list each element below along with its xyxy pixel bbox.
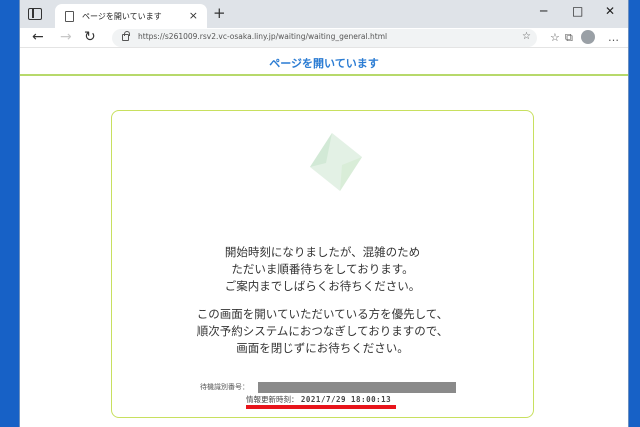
reload-button[interactable]: ↻ (84, 29, 96, 45)
tab-actions-icon[interactable] (28, 8, 42, 20)
more-menu-icon[interactable]: … (608, 31, 619, 44)
new-tab-button[interactable]: + (213, 6, 226, 21)
update-time-row: 情報更新時刻： 2021/7/29 18:00:13 (246, 394, 391, 405)
title-bar: ページを開いています × + ─ □ ✕ (20, 0, 628, 28)
update-time-label: 情報更新時刻： (246, 395, 299, 404)
page-icon (65, 10, 74, 22)
message-line: 順次予約システムにおつなぎしておりますので、 (196, 324, 449, 338)
page-header: ページを開いています (20, 49, 628, 76)
tab-active[interactable]: ページを開いています × (55, 4, 207, 28)
highlight-underline (246, 405, 396, 409)
waiting-id-label: 待機識別番号： (200, 383, 249, 391)
minimize-button[interactable]: ─ (540, 4, 547, 18)
update-time-value: 2021/7/29 18:00:13 (300, 395, 392, 404)
read-aloud-icon[interactable]: ☆ (522, 31, 531, 42)
message-line: ご案内までしばらくお待ちください。 (224, 279, 421, 293)
waiting-id-redacted (258, 382, 456, 393)
forward-button[interactable]: → (60, 29, 72, 45)
favorites-icon[interactable]: ☆ (550, 31, 560, 44)
congestion-message: 開始時刻になりましたが、混雑のため ただいま順番待ちをしております。 ご案内まで… (112, 244, 533, 295)
lock-icon[interactable] (122, 31, 130, 41)
close-tab-icon[interactable]: × (189, 9, 198, 23)
keep-open-message: この画面を開いていただいている方を優先して、 順次予約システムにおつなぎしており… (112, 306, 533, 357)
waiting-card: 開始時刻になりましたが、混雑のため ただいま順番待ちをしております。 ご案内まで… (111, 110, 534, 418)
tab-title: ページを開いています (82, 11, 162, 21)
profile-avatar[interactable] (581, 30, 595, 44)
close-window-button[interactable]: ✕ (605, 4, 615, 18)
address-toolbar: ← → ↻ https://s261009.rsv2.vc-osaka.liny… (20, 28, 628, 48)
browser-window: ページを開いています × + ─ □ ✕ ← → ↻ https://s2610… (19, 0, 629, 427)
message-line: 開始時刻になりましたが、混雑のため (224, 245, 421, 259)
message-line: この画面を開いていただいている方を優先して、 (196, 307, 449, 321)
page-title: ページを開いています (269, 57, 379, 70)
url-text[interactable]: https://s261009.rsv2.vc-osaka.liny.jp/wa… (138, 32, 387, 41)
loading-emblem-icon (310, 133, 362, 191)
maximize-button[interactable]: □ (572, 4, 583, 18)
message-line: 画面を閉じずにお待ちください。 (236, 341, 409, 355)
collections-icon[interactable]: ⧉ (565, 31, 573, 44)
back-button[interactable]: ← (32, 29, 44, 45)
address-bar[interactable]: https://s261009.rsv2.vc-osaka.liny.jp/wa… (112, 29, 537, 47)
message-line: ただいま順番待ちをしております。 (231, 262, 414, 276)
